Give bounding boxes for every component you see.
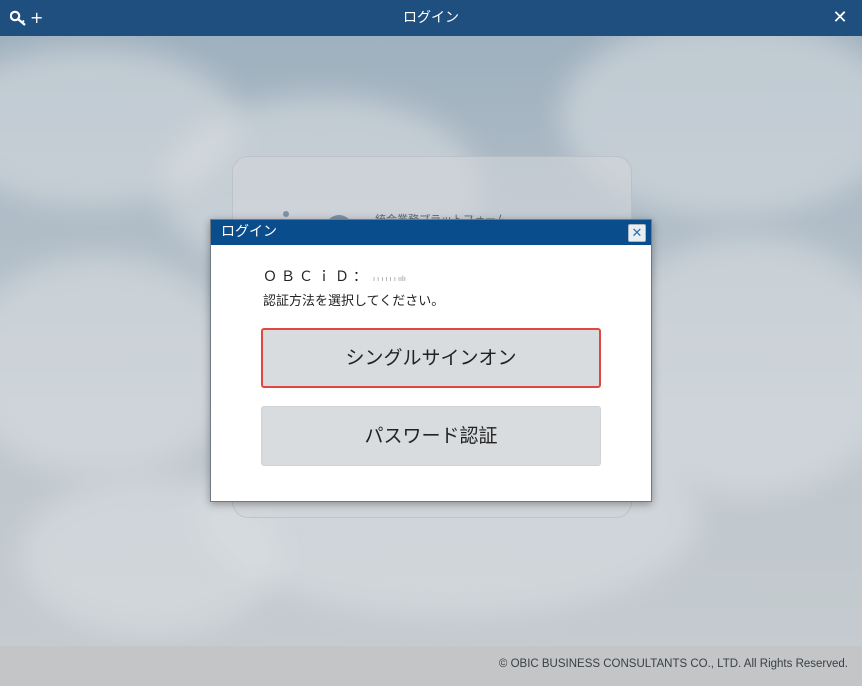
single-sign-on-button[interactable]: シングルサインオン bbox=[261, 328, 601, 388]
copyright-text: © OBIC BUSINESS CONSULTANTS CO., LTD. Al… bbox=[498, 658, 848, 670]
dialog-title: ログイン bbox=[221, 224, 277, 240]
dialog-header: ログイン ✕ bbox=[211, 220, 651, 245]
title-bar: + ログイン ✕ bbox=[0, 0, 862, 36]
login-method-dialog: ログイン ✕ ＯＢＣｉＤ： ı ı ı ı ı ı ıılı 認証方法を選択してく… bbox=[210, 219, 652, 502]
obcid-value: ı ı ı ı ı ı ıılı bbox=[373, 275, 406, 283]
window-title: ログイン bbox=[403, 10, 459, 26]
footer: © OBIC BUSINESS CONSULTANTS CO., LTD. Al… bbox=[0, 646, 862, 686]
obcid-line: ＯＢＣｉＤ： ı ı ı ı ı ı ıılı bbox=[263, 266, 406, 286]
password-auth-button[interactable]: パスワード認証 bbox=[261, 406, 601, 466]
auth-method-prompt: 認証方法を選択してください。 bbox=[263, 294, 445, 309]
dialog-close-button[interactable]: ✕ bbox=[628, 224, 646, 242]
window-close-button[interactable]: ✕ bbox=[830, 8, 850, 28]
obcid-label: ＯＢＣｉＤ： bbox=[263, 269, 371, 285]
